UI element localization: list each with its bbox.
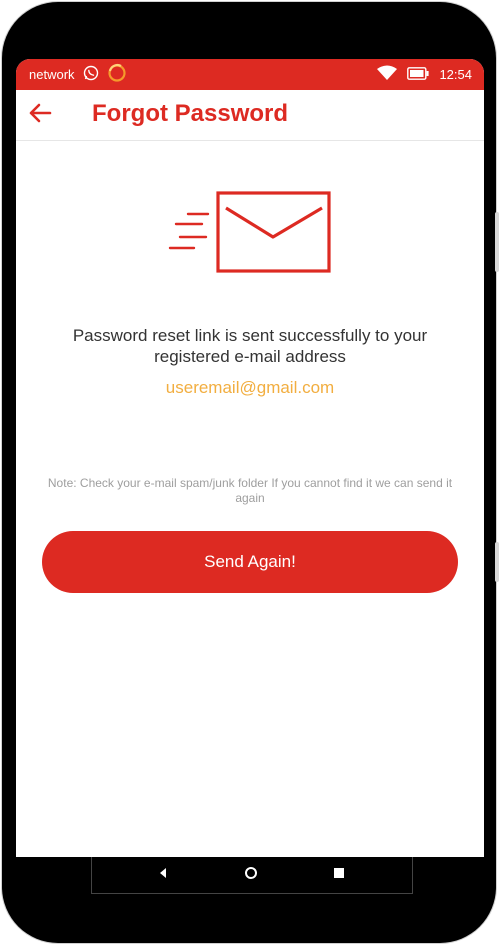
- back-button[interactable]: [26, 101, 54, 129]
- battery-icon: [407, 66, 430, 83]
- back-triangle-icon: [158, 866, 168, 884]
- recents-square-icon: [333, 866, 345, 884]
- success-message: Password reset link is sent successfully…: [72, 326, 428, 366]
- page-title: Forgot Password: [92, 100, 289, 127]
- arrow-left-icon: [28, 103, 52, 128]
- home-circle-icon: [244, 866, 258, 885]
- wifi-icon: [377, 65, 398, 84]
- send-again-button[interactable]: Send Again!: [42, 531, 458, 593]
- screen: network 12:54 Forgot Password Password r…: [16, 59, 484, 857]
- nav-recents-button[interactable]: [330, 866, 348, 884]
- nav-home-button[interactable]: [242, 866, 260, 884]
- user-email: useremail@gmail.com: [165, 378, 335, 397]
- power-button: [495, 542, 499, 582]
- status-bar-right: 12:54: [377, 59, 472, 90]
- carrier-label: network: [29, 67, 75, 82]
- status-bar-left: network: [29, 59, 127, 90]
- clock: 12:54: [439, 67, 472, 82]
- volume-button: [495, 212, 499, 272]
- spam-note: Note: Check your e-mail spam/junk folder…: [47, 476, 453, 505]
- status-bar: network 12:54: [16, 59, 484, 90]
- notification-ring-icon: [107, 63, 127, 86]
- nav-back-button[interactable]: [154, 866, 172, 884]
- mail-sent-icon: [166, 190, 334, 276]
- phone-frame: network 12:54 Forgot Password Password r…: [2, 2, 499, 943]
- app-bar: Forgot Password: [16, 90, 484, 141]
- whatsapp-icon: [83, 65, 99, 84]
- navigation-bar: [91, 857, 413, 894]
